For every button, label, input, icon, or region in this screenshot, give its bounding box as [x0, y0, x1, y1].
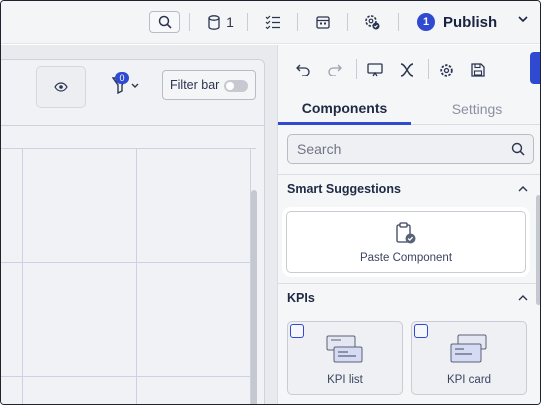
close-panel-button[interactable] — [530, 52, 540, 84]
toolbar-divider — [428, 59, 429, 79]
search-icon — [511, 142, 525, 156]
preview-button[interactable] — [36, 66, 86, 108]
calendar-icon — [316, 16, 330, 29]
filter-bar-toggle[interactable]: Filter bar — [162, 70, 256, 100]
undo-icon — [296, 64, 310, 76]
dashboard-settings-button[interactable] — [359, 11, 385, 33]
relations-button[interactable] — [396, 59, 418, 81]
search-icon — [158, 15, 172, 29]
chevron-up-icon — [518, 186, 528, 192]
toggle-switch[interactable] — [224, 80, 248, 92]
checklist-button[interactable] — [260, 11, 286, 33]
layout-grid — [1, 148, 256, 404]
section-title: KPIs — [287, 291, 315, 305]
top-toolbar: 1 1 Publish — [1, 1, 540, 44]
section-title: Smart Suggestions — [287, 182, 401, 196]
screen-share-icon — [367, 63, 383, 77]
panel-scrollbar[interactable] — [536, 195, 540, 305]
toolbar-divider — [297, 13, 298, 31]
datasources-button[interactable]: 1 — [201, 11, 241, 33]
kpi-card-card[interactable]: KPI card — [411, 321, 527, 395]
save-icon — [471, 63, 485, 77]
toolbar-divider — [398, 13, 399, 31]
schedule-button[interactable] — [310, 11, 336, 33]
checklist-icon — [265, 15, 280, 29]
undo-button[interactable] — [292, 59, 314, 81]
dashboard-canvas: 0 Filter bar — [1, 45, 277, 404]
section-header-smart-suggestions[interactable]: Smart Suggestions — [287, 180, 531, 198]
kpi-card-label: KPI card — [446, 374, 492, 386]
toolbar-divider — [189, 13, 190, 31]
toolbar-divider — [247, 13, 248, 31]
cross-arrows-icon — [400, 63, 414, 77]
global-search-button[interactable] — [149, 11, 180, 33]
toolbar-divider — [347, 13, 348, 31]
ai-tag-icon — [290, 324, 304, 338]
kpi-list-illustration — [326, 335, 363, 363]
publish-count-badge: 1 — [417, 13, 435, 31]
gear-icon — [439, 63, 453, 77]
save-button[interactable] — [467, 59, 489, 81]
filter-count-badge: 0 — [115, 72, 129, 84]
present-button[interactable] — [364, 59, 386, 81]
filter-bar-label: Filter bar — [170, 78, 220, 92]
datasources-count: 1 — [226, 14, 234, 30]
chevron-down-icon — [518, 16, 528, 23]
kpi-card-illustration — [450, 334, 487, 363]
canvas-page: 0 Filter bar — [1, 59, 265, 404]
search-placeholder: Search — [297, 141, 342, 157]
canvas-toolbar: 0 Filter bar — [1, 60, 264, 126]
publish-button[interactable]: 1 Publish — [417, 11, 529, 33]
section-divider — [278, 174, 540, 175]
settings-button[interactable] — [435, 59, 457, 81]
chevron-up-icon — [518, 295, 528, 301]
paste-component-label: Paste Component — [359, 252, 453, 264]
redo-button[interactable] — [324, 59, 346, 81]
paste-component-card[interactable]: Paste Component — [286, 211, 526, 273]
kpi-list-label: KPI list — [327, 374, 363, 386]
tab-settings[interactable]: Settings — [411, 93, 540, 125]
publish-label: Publish — [443, 13, 498, 31]
ai-tag-icon — [414, 324, 428, 338]
section-divider — [278, 283, 540, 284]
tab-components[interactable]: Components — [278, 93, 411, 125]
component-search-input[interactable]: Search — [287, 134, 534, 164]
components-panel: Components Settings Search Smart Suggest… — [277, 45, 540, 404]
app-window: 1 1 Publish 0 Filter bar Components Sett… — [0, 0, 541, 405]
eye-icon — [54, 82, 68, 92]
kpi-list-card[interactable]: KPI list — [287, 321, 403, 395]
database-icon — [208, 14, 220, 30]
section-header-kpis[interactable]: KPIs — [287, 289, 531, 307]
panel-tabs: Components Settings — [278, 93, 540, 125]
canvas-scrollbar[interactable] — [251, 190, 257, 404]
gear-check-icon — [365, 15, 380, 30]
toolbar-divider — [356, 59, 357, 79]
clipboard-check-icon — [396, 222, 416, 244]
redo-icon — [328, 64, 342, 76]
panel-toolbar — [278, 45, 540, 93]
